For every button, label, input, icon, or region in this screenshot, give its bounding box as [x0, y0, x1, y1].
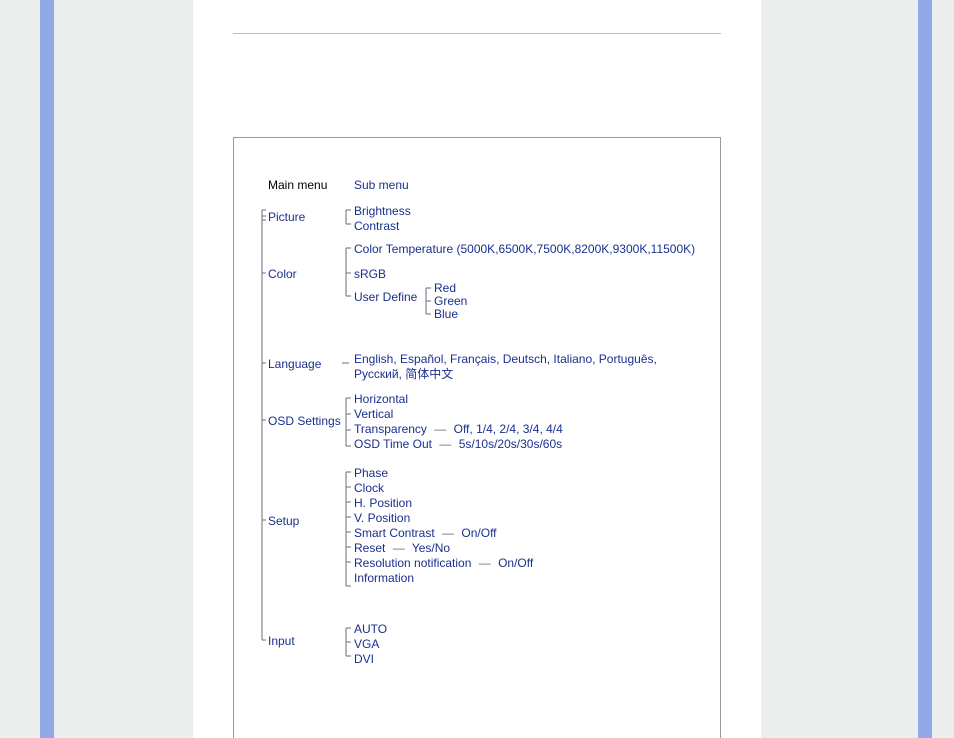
menu-language: Language: [268, 357, 321, 371]
menu-input: Input: [268, 634, 295, 648]
item-vga: VGA: [354, 637, 387, 652]
item-blue: Blue: [434, 308, 467, 321]
item-information: Information: [354, 571, 533, 586]
item-language-list: English, Español, Français, Deutsch, Ita…: [354, 352, 684, 382]
menu-color: Color: [268, 267, 297, 281]
opts-reset: Yes/No: [412, 541, 450, 555]
item-smart-contrast: Smart Contrast — On/Off: [354, 526, 533, 541]
item-phase: Phase: [354, 466, 533, 481]
item-auto: AUTO: [354, 622, 387, 637]
menu-picture: Picture: [268, 210, 305, 224]
dash-icon: —: [434, 422, 446, 436]
top-rule: [233, 33, 721, 34]
label-transparency: Transparency: [354, 422, 427, 436]
sub-picture: Brightness Contrast: [354, 204, 411, 234]
sub-osd: Horizontal Vertical Transparency — Off, …: [354, 392, 563, 452]
item-color-temp: Color Temperature (5000K,6500K,7500K,820…: [354, 242, 695, 256]
menu-osd-settings: OSD Settings: [268, 414, 341, 428]
item-osd-timeout: OSD Time Out — 5s/10s/20s/30s/60s: [354, 437, 563, 452]
diagram-frame: Main menu Sub menu Picture Color Languag…: [233, 137, 721, 738]
item-brightness: Brightness: [354, 204, 411, 219]
label-resolution-notification: Resolution notification: [354, 556, 471, 570]
margin-strip-right: [918, 0, 932, 738]
header-main: Main menu: [268, 178, 327, 192]
opts-osd-timeout: 5s/10s/20s/30s/60s: [459, 437, 562, 451]
page: Main menu Sub menu Picture Color Languag…: [193, 0, 761, 738]
opts-resolution-notification: On/Off: [498, 556, 533, 570]
dash-icon: —: [442, 526, 454, 540]
label-smart-contrast: Smart Contrast: [354, 526, 435, 540]
dash-icon: —: [439, 437, 451, 451]
dash-icon: —: [393, 541, 405, 555]
item-user-define: User Define: [354, 290, 417, 304]
opts-smart-contrast: On/Off: [461, 526, 496, 540]
item-contrast: Contrast: [354, 219, 411, 234]
item-hposition: H. Position: [354, 496, 533, 511]
menu-setup: Setup: [268, 514, 299, 528]
label-reset: Reset: [354, 541, 385, 555]
sub-user-define-rgb: Red Green Blue: [434, 282, 467, 321]
dash-icon: —: [479, 556, 491, 570]
item-dvi: DVI: [354, 652, 387, 667]
item-srgb: sRGB: [354, 267, 386, 281]
item-horizontal: Horizontal: [354, 392, 563, 407]
sub-setup: Phase Clock H. Position V. Position Smar…: [354, 466, 533, 586]
item-clock: Clock: [354, 481, 533, 496]
margin-strip-left: [40, 0, 54, 738]
label-osd-timeout: OSD Time Out: [354, 437, 432, 451]
header-sub: Sub menu: [354, 178, 409, 192]
item-transparency: Transparency — Off, 1/4, 2/4, 3/4, 4/4: [354, 422, 563, 437]
item-vposition: V. Position: [354, 511, 533, 526]
item-reset: Reset — Yes/No: [354, 541, 533, 556]
item-resolution-notification: Resolution notification — On/Off: [354, 556, 533, 571]
sub-input: AUTO VGA DVI: [354, 622, 387, 667]
opts-transparency: Off, 1/4, 2/4, 3/4, 4/4: [454, 422, 563, 436]
item-vertical: Vertical: [354, 407, 563, 422]
